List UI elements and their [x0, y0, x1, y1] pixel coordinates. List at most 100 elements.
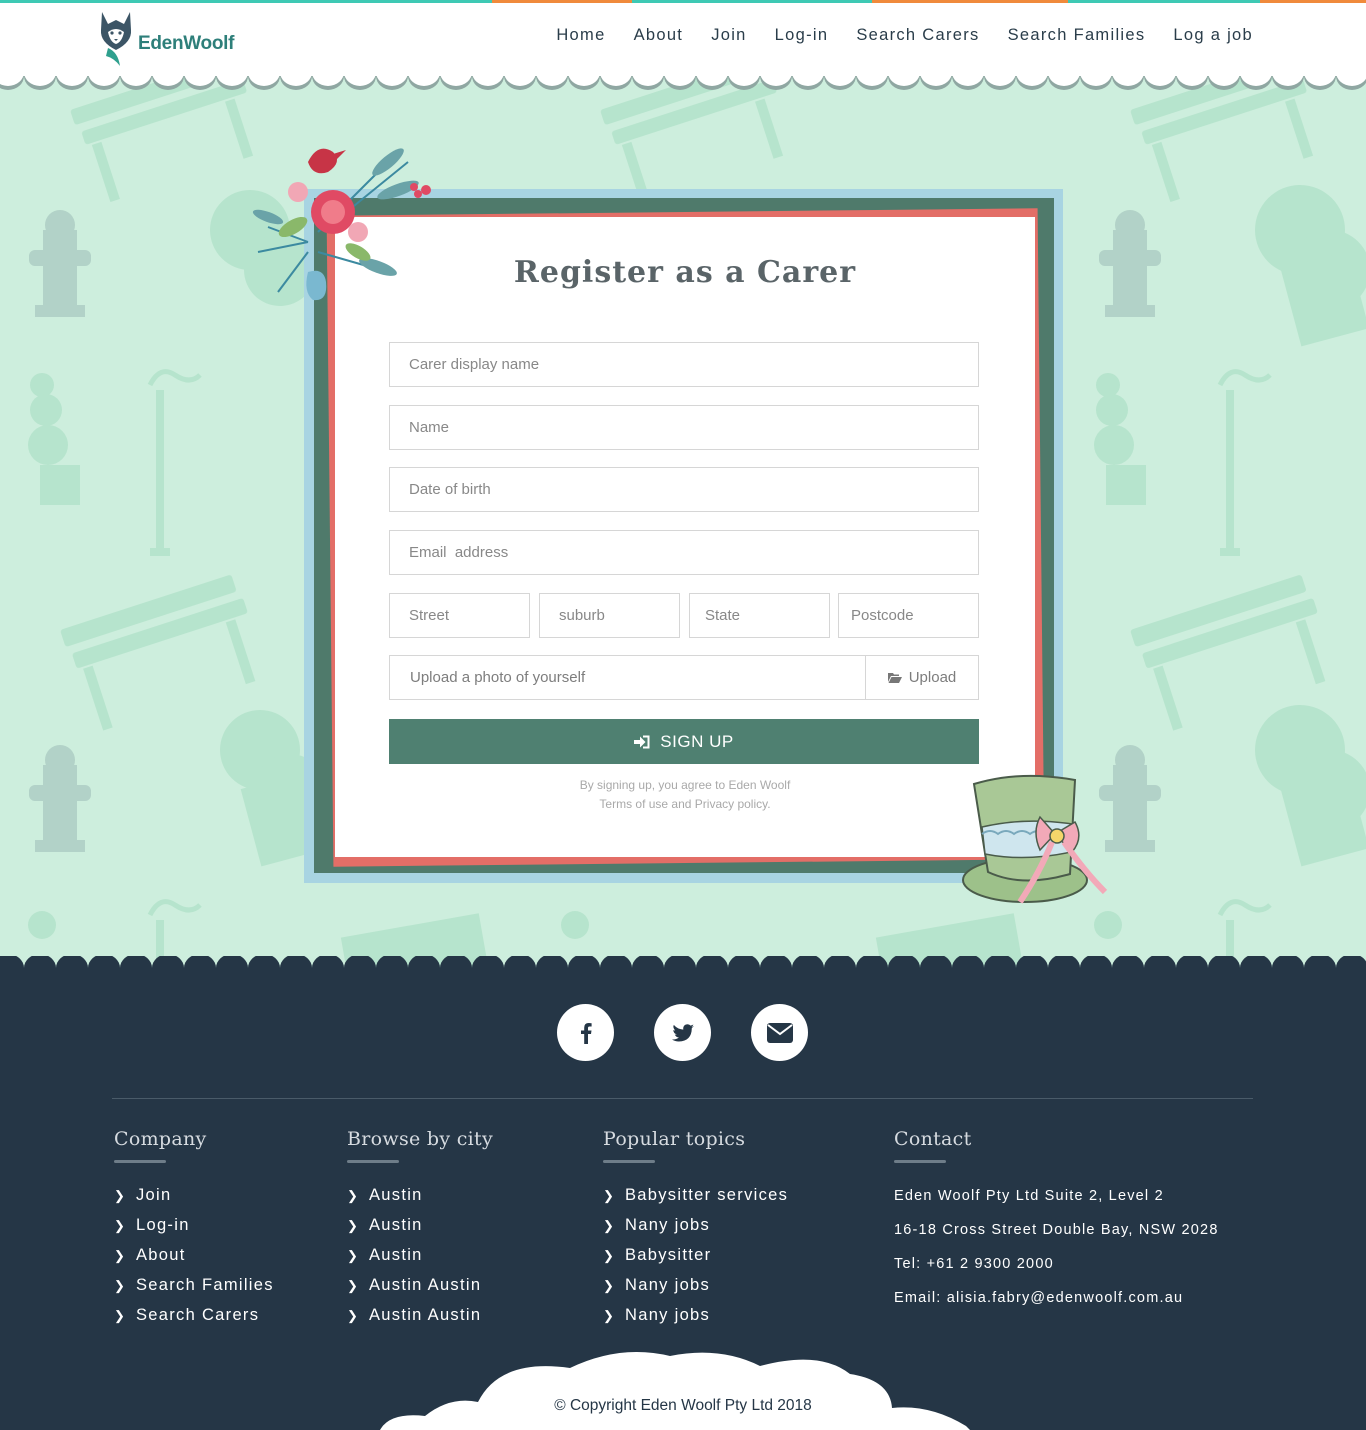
copyright: © Copyright Eden Woolf Pty Ltd 2018	[554, 1397, 812, 1414]
twitter-icon	[671, 1023, 694, 1041]
facebook-button[interactable]	[557, 1004, 614, 1061]
nav-home[interactable]: Home	[556, 26, 605, 45]
topic-link[interactable]: ❯ Nany jobs	[603, 1276, 788, 1306]
footer-topics: Popular topics ❯ Babysitter services ❯ Nan…	[603, 1128, 788, 1336]
link-label: Nany jobs	[625, 1216, 711, 1234]
contact-address-2: 16-18 Cross Street Double Bay, NSW 2028	[894, 1222, 1219, 1238]
chevron-right-icon: ❯	[114, 1278, 127, 1293]
upload-button[interactable]: Upload	[865, 656, 978, 699]
link-label: About	[136, 1246, 186, 1264]
link-label: Austin	[369, 1246, 423, 1264]
terms-link[interactable]: Terms of use and Privacy policy.	[335, 795, 1035, 814]
chevron-right-icon: ❯	[603, 1308, 616, 1323]
chevron-right-icon: ❯	[603, 1278, 616, 1293]
chevron-right-icon: ❯	[114, 1188, 127, 1203]
topic-link[interactable]: ❯ Nany jobs	[603, 1306, 788, 1336]
terms-line-1: By signing up, you agree to Eden Woolf	[579, 778, 791, 792]
city-link[interactable]: ❯ Austin	[347, 1186, 493, 1216]
topic-link[interactable]: ❯ Babysitter services	[603, 1186, 788, 1216]
nav-join[interactable]: Join	[711, 26, 746, 45]
name-input[interactable]	[389, 405, 979, 450]
state-input[interactable]	[689, 593, 830, 638]
logo[interactable]: EdenWoolf	[98, 8, 234, 66]
link-label: Babysitter services	[625, 1186, 789, 1204]
topic-link[interactable]: ❯ Nany jobs	[603, 1216, 788, 1246]
link-label: Nany jobs	[625, 1306, 711, 1324]
contact-phone: Tel: +61 2 9300 2000	[894, 1256, 1054, 1272]
husky-logo-icon	[100, 12, 132, 66]
site-header: EdenWoolf Home About Join Log-in Search …	[0, 0, 1366, 76]
title-underline	[894, 1160, 946, 1163]
footer-link-search-carers[interactable]: ❯ Search Carers	[114, 1306, 274, 1336]
chevron-right-icon: ❯	[114, 1248, 127, 1263]
contact-email[interactable]: Email: alisia.fabry@edenwoolf.com.au	[894, 1290, 1219, 1324]
sign-up-label: SIGN UP	[660, 731, 734, 751]
footer-link-about[interactable]: ❯ About	[114, 1246, 274, 1276]
link-label: Austin	[369, 1186, 423, 1204]
chevron-right-icon: ❯	[347, 1188, 360, 1203]
footer-link-login[interactable]: ❯ Log-in	[114, 1216, 274, 1246]
chevron-right-icon: ❯	[347, 1278, 360, 1293]
footer-contact: Contact Eden Woolf Pty Ltd Suite 2, Leve…	[894, 1128, 1219, 1324]
link-label: Austin Austin	[369, 1306, 482, 1324]
chevron-right-icon: ❯	[603, 1248, 616, 1263]
main-nav: Home About Join Log-in Search Carers Sea…	[556, 26, 1253, 45]
top-hat-icon	[962, 774, 1108, 904]
terms-text: By signing up, you agree to Eden Woolf T…	[335, 776, 1035, 814]
email-input[interactable]	[389, 530, 979, 575]
facebook-icon	[580, 1022, 592, 1044]
city-link[interactable]: ❯ Austin	[347, 1216, 493, 1246]
contact-title: Contact	[894, 1128, 972, 1150]
chevron-right-icon: ❯	[603, 1218, 616, 1233]
link-label: Join	[136, 1186, 172, 1204]
footer-link-join[interactable]: ❯ Join	[114, 1186, 274, 1216]
chevron-right-icon: ❯	[114, 1218, 127, 1233]
chevron-right-icon: ❯	[347, 1248, 360, 1263]
dob-input[interactable]	[389, 467, 979, 512]
footer-divider	[112, 1098, 1253, 1099]
flower-bouquet-icon	[252, 148, 431, 301]
link-label: Nany jobs	[625, 1276, 711, 1294]
link-label: Search Families	[136, 1276, 274, 1294]
footer-cities: Browse by city ❯ Austin ❯ Austin ❯ Austin ❯…	[347, 1128, 493, 1336]
link-label: Search Carers	[136, 1306, 260, 1324]
city-link[interactable]: ❯ Austin	[347, 1246, 493, 1276]
nav-about[interactable]: About	[634, 26, 684, 45]
register-card: Register as a Carer Upload a photo of yo…	[335, 217, 1035, 857]
email-button[interactable]	[751, 1004, 808, 1061]
nav-log-a-job[interactable]: Log a job	[1173, 26, 1253, 45]
link-label: Babysitter	[625, 1246, 712, 1264]
nav-search-families[interactable]: Search Families	[1008, 26, 1146, 45]
link-label: Austin	[369, 1216, 423, 1234]
footer-link-search-families[interactable]: ❯ Search Families	[114, 1276, 274, 1306]
street-input[interactable]	[389, 593, 530, 638]
chevron-right-icon: ❯	[347, 1218, 360, 1233]
top-color-bar	[0, 0, 1366, 3]
title-underline	[114, 1160, 166, 1163]
topic-link[interactable]: ❯ Babysitter	[603, 1246, 788, 1276]
title-underline	[603, 1160, 655, 1163]
link-label: Austin Austin	[369, 1276, 482, 1294]
city-link[interactable]: ❯ Austin Austin	[347, 1306, 493, 1336]
company-title: Company	[114, 1128, 207, 1150]
sign-in-icon	[634, 735, 650, 748]
nav-login[interactable]: Log-in	[775, 26, 829, 45]
chevron-right-icon: ❯	[603, 1188, 616, 1203]
cloud-shape	[380, 1352, 970, 1430]
sign-up-button[interactable]: SIGN UP	[389, 719, 979, 764]
footer-company: Company ❯ Join ❯ Log-in ❯ About ❯ Search Fam…	[114, 1128, 274, 1336]
title-underline	[347, 1160, 399, 1163]
postcode-input[interactable]	[838, 593, 979, 638]
nav-search-carers[interactable]: Search Carers	[856, 26, 979, 45]
upload-placeholder[interactable]: Upload a photo of yourself	[390, 656, 865, 699]
envelope-icon	[766, 1022, 793, 1043]
contact-address-1: Eden Woolf Pty Ltd Suite 2, Level 2	[894, 1188, 1164, 1204]
twitter-button[interactable]	[654, 1004, 711, 1061]
city-link[interactable]: ❯ Austin Austin	[347, 1276, 493, 1306]
display-name-input[interactable]	[389, 342, 979, 387]
brand-name: EdenWoolf	[138, 33, 235, 54]
header-scallop	[0, 72, 1366, 94]
photo-upload: Upload a photo of yourself Upload	[389, 655, 979, 700]
chevron-right-icon: ❯	[347, 1308, 360, 1323]
suburb-input[interactable]	[539, 593, 680, 638]
